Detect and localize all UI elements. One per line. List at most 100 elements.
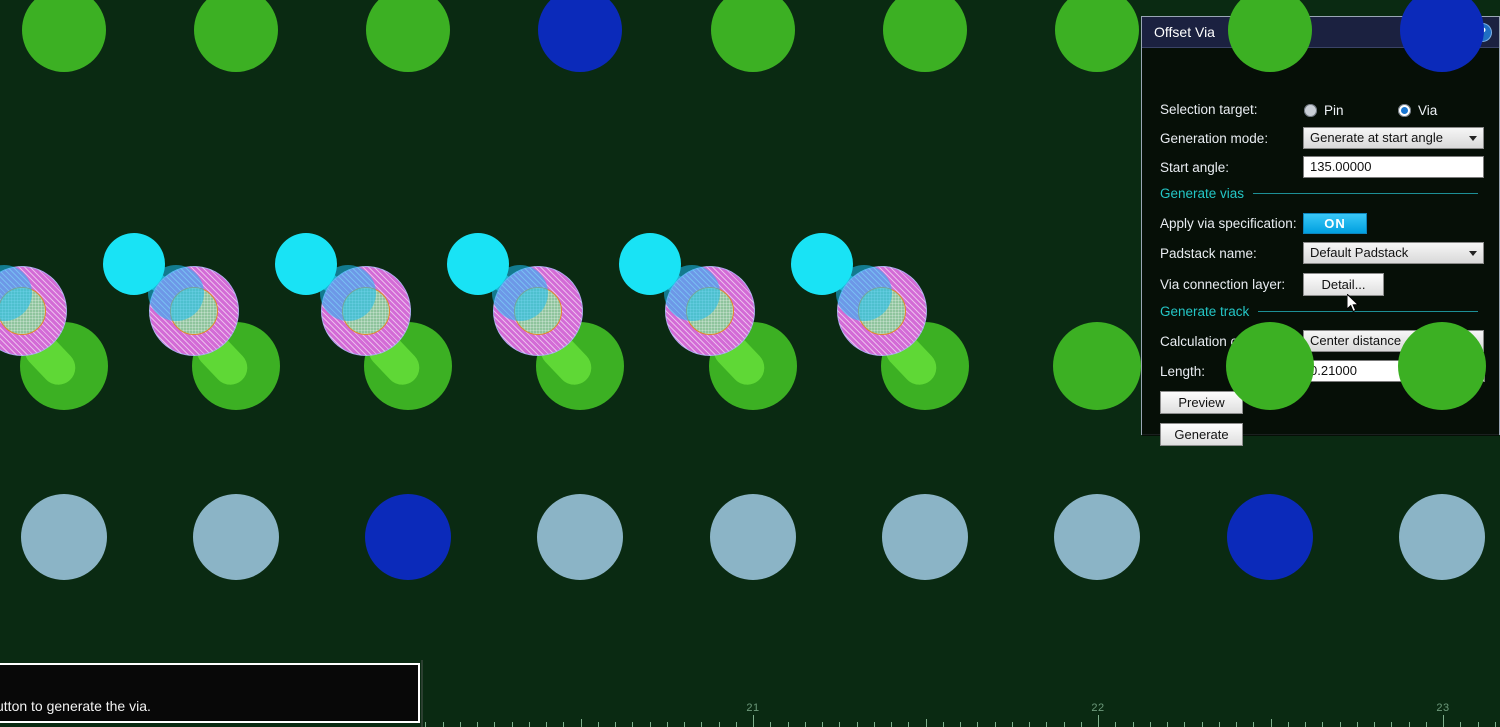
ruler-tick	[753, 715, 754, 727]
generate-button[interactable]: Generate	[1160, 423, 1243, 446]
pad-bottom-steel[interactable]	[710, 494, 796, 580]
ruler-tick	[839, 722, 840, 727]
radio-via[interactable]: Via	[1398, 98, 1437, 122]
preview-button[interactable]: Preview	[1160, 391, 1243, 414]
ruler-tick	[1184, 722, 1185, 727]
start-angle-input[interactable]: 135.00000	[1303, 156, 1484, 178]
ruler-tick	[1098, 715, 1099, 727]
selection-target-label: Selection target:	[1160, 102, 1258, 117]
start-angle-label: Start angle:	[1160, 160, 1230, 175]
pad-bottom-steel[interactable]	[882, 494, 968, 580]
section-generate-track-title: Generate track	[1160, 304, 1250, 319]
ruler-tick	[1409, 722, 1410, 727]
pad-top-green[interactable]	[711, 0, 795, 72]
via-cyan[interactable]	[447, 233, 509, 295]
section-generate-vias-title: Generate vias	[1160, 186, 1245, 201]
calculation-of-length-value: Center distance	[1310, 333, 1402, 348]
pad-top-green[interactable]	[22, 0, 106, 72]
ruler-label: 23	[1436, 702, 1450, 714]
pad-middle-plain[interactable]	[1226, 322, 1314, 410]
pad-top-green[interactable]	[883, 0, 967, 72]
radio-pin-label: Pin	[1324, 102, 1344, 118]
via-cyan[interactable]	[619, 233, 681, 295]
section-divider	[1258, 311, 1478, 312]
ruler-tick	[1271, 719, 1272, 727]
ruler-label: 21	[746, 702, 760, 714]
ruler-tick	[425, 722, 426, 727]
length-label: Length:	[1160, 364, 1206, 379]
ruler-tick	[1081, 722, 1082, 727]
start-angle-row: Start angle: 135.00000	[1142, 156, 1499, 180]
ruler-tick	[736, 722, 737, 727]
ruler-tick	[598, 722, 599, 727]
chevron-down-icon	[1469, 136, 1477, 141]
ruler-tick	[460, 722, 461, 727]
ruler-tick	[494, 722, 495, 727]
generation-mode-row: Generation mode: Generate at start angle	[1142, 127, 1499, 151]
radio-via-dot	[1398, 103, 1411, 117]
apply-via-spec-row: Apply via specification: ON	[1142, 212, 1499, 236]
section-generate-vias: Generate vias	[1160, 186, 1478, 201]
via-cyan[interactable]	[103, 233, 165, 295]
ruler-tick	[1340, 722, 1341, 727]
ruler-tick	[770, 722, 771, 727]
ruler-tick	[477, 722, 478, 727]
radio-via-label: Via	[1418, 102, 1438, 118]
ruler-tick	[701, 722, 702, 727]
pad-middle-plain[interactable]	[1053, 322, 1141, 410]
ruler-tick	[1305, 722, 1306, 727]
ruler-tick	[1167, 722, 1168, 727]
ruler-tick	[1133, 722, 1134, 727]
pad-bottom-steel[interactable]	[21, 494, 107, 580]
ruler-tick	[857, 722, 858, 727]
ruler-corner-divider	[421, 660, 423, 727]
ruler-tick	[1236, 722, 1237, 727]
apply-via-spec-toggle[interactable]: ON	[1303, 213, 1367, 234]
pad-top-green[interactable]	[1055, 0, 1139, 72]
padstack-name-combobox[interactable]: Default Padstack	[1303, 242, 1484, 264]
ruler-tick	[788, 722, 789, 727]
mouse-cursor	[1347, 294, 1360, 313]
detail-button[interactable]: Detail...	[1303, 273, 1384, 296]
ruler-tick	[1253, 722, 1254, 727]
ruler-tick	[1219, 722, 1220, 727]
pad-bottom-blue[interactable]	[1227, 494, 1313, 580]
ruler-tick	[1357, 722, 1358, 727]
generation-mode-combobox[interactable]: Generate at start angle	[1303, 127, 1484, 149]
ruler-tick	[943, 722, 944, 727]
ruler-tick	[995, 722, 996, 727]
pad-middle-plain[interactable]	[1398, 322, 1486, 410]
ruler-tick	[977, 722, 978, 727]
via-cyan[interactable]	[791, 233, 853, 295]
ruler-tick	[1391, 722, 1392, 727]
pad-top-blue[interactable]	[538, 0, 622, 72]
pad-bottom-steel[interactable]	[193, 494, 279, 580]
ruler-tick	[908, 722, 909, 727]
ruler-tick	[1115, 722, 1116, 727]
pad-bottom-steel[interactable]	[1399, 494, 1485, 580]
via-cyan[interactable]	[275, 233, 337, 295]
chevron-down-icon	[1469, 251, 1477, 256]
ruler-tick	[1374, 722, 1375, 727]
pad-top-green[interactable]	[366, 0, 450, 72]
ruler-tick	[1495, 722, 1496, 727]
pad-bottom-blue[interactable]	[365, 494, 451, 580]
ruler-tick	[615, 722, 616, 727]
radio-pin[interactable]: Pin	[1304, 98, 1344, 122]
ruler-tick	[684, 722, 685, 727]
pad-top-green[interactable]	[194, 0, 278, 72]
ruler-tick	[874, 722, 875, 727]
pad-bottom-steel[interactable]	[537, 494, 623, 580]
ruler-tick	[1426, 722, 1427, 727]
ruler-tick	[667, 722, 668, 727]
ruler-tick	[529, 722, 530, 727]
ruler-tick	[581, 719, 582, 727]
ruler-tick	[1443, 715, 1444, 727]
pad-bottom-steel[interactable]	[1054, 494, 1140, 580]
via-connection-layer-row: Via connection layer: Detail...	[1142, 273, 1499, 297]
ruler-tick	[1202, 722, 1203, 727]
ruler-tick	[719, 722, 720, 727]
ruler-tick	[1029, 722, 1030, 727]
padstack-name-label: Padstack name:	[1160, 246, 1257, 261]
ruler-tick	[512, 722, 513, 727]
